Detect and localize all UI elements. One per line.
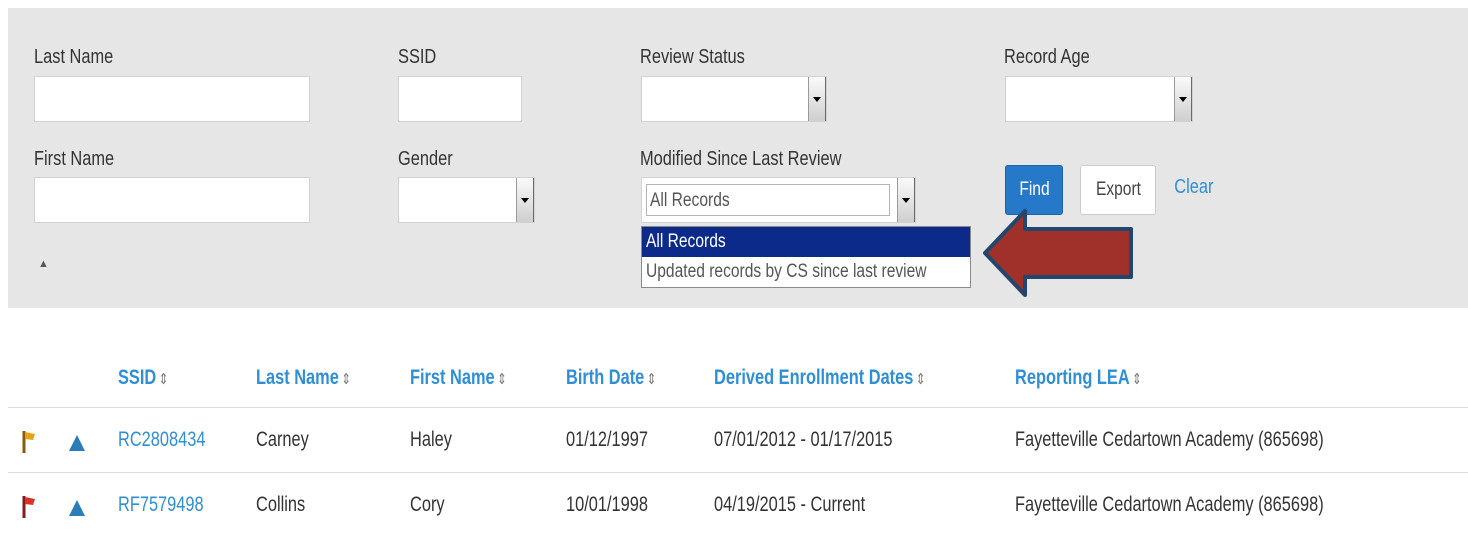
reporting-lea-cell: Fayetteville Cedartown Academy (865698) (1015, 493, 1324, 516)
column-last-name[interactable]: Last Name ⇕ (256, 366, 351, 390)
column-birth-date[interactable]: Birth Date ⇕ (566, 366, 656, 390)
table-header: SSID ⇕ Last Name ⇕ First Name ⇕ Birth Date ⇕… (0, 360, 1468, 400)
sort-icon: ⇕ (497, 371, 507, 388)
warning-triangle-icon[interactable] (68, 434, 86, 452)
table-row: RF7579498 Collins Cory 10/01/1998 04/19/… (0, 475, 1468, 533)
chevron-down-icon[interactable] (897, 178, 915, 222)
modified-since-select[interactable]: All Records (641, 177, 916, 223)
pointer-arrow-icon (983, 209, 1133, 297)
option-all-records[interactable]: All Records (642, 227, 970, 257)
warning-triangle-icon[interactable] (68, 499, 86, 517)
column-enrollment-dates[interactable]: Derived Enrollment Dates ⇕ (714, 366, 926, 390)
chevron-down-icon[interactable] (1174, 77, 1192, 121)
review-status-select[interactable] (641, 76, 827, 122)
ssid-input[interactable] (398, 76, 522, 122)
ssid-label: SSID (398, 46, 437, 68)
sort-icon: ⇕ (158, 371, 169, 388)
clear-link[interactable]: Clear (1170, 176, 1218, 199)
chevron-down-icon[interactable] (808, 77, 826, 121)
column-first-name[interactable]: First Name ⇕ (410, 366, 507, 390)
row-divider (8, 407, 1468, 408)
enrollment-dates-cell: 07/01/2012 - 01/17/2015 (714, 428, 893, 451)
modified-since-label: Modified Since Last Review (640, 148, 842, 170)
ssid-link[interactable]: RF7579498 (118, 493, 204, 517)
first-name-label: First Name (34, 148, 115, 170)
flag-icon[interactable] (20, 494, 40, 520)
record-age-label: Record Age (1004, 46, 1090, 68)
last-name-cell: Carney (256, 428, 309, 451)
record-age-select[interactable] (1005, 76, 1193, 122)
sort-icon: ⇕ (1132, 371, 1142, 388)
first-name-cell: Cory (410, 493, 445, 516)
birth-date-cell: 01/12/1997 (566, 428, 648, 451)
first-name-input[interactable] (34, 177, 310, 223)
review-status-label: Review Status (640, 46, 745, 68)
chevron-down-icon[interactable] (516, 178, 534, 222)
flag-icon[interactable] (20, 429, 40, 455)
last-name-input[interactable] (34, 76, 310, 122)
reporting-lea-cell: Fayetteville Cedartown Academy (865698) (1015, 428, 1324, 451)
last-name-label: Last Name (34, 46, 114, 68)
row-divider (8, 472, 1468, 473)
ssid-link[interactable]: RC2808434 (118, 428, 205, 452)
column-reporting-lea[interactable]: Reporting LEA ⇕ (1015, 366, 1142, 390)
enrollment-dates-cell: 04/19/2015 - Current (714, 493, 866, 516)
collapse-filters-icon[interactable]: ▲ (38, 258, 49, 270)
gender-select[interactable] (398, 177, 535, 223)
table-row: RC2808434 Carney Haley 01/12/1997 07/01/… (0, 410, 1468, 470)
birth-date-cell: 10/01/1998 (566, 493, 648, 516)
sort-icon: ⇕ (341, 371, 352, 388)
sort-icon: ⇕ (915, 371, 926, 388)
sort-icon: ⇕ (646, 371, 657, 388)
first-name-cell: Haley (410, 428, 452, 451)
modified-since-options: All Records Updated records by CS since … (641, 226, 971, 288)
gender-label: Gender (398, 148, 453, 170)
modified-since-value: All Records (650, 190, 730, 211)
last-name-cell: Collins (256, 493, 306, 516)
column-ssid[interactable]: SSID ⇕ (118, 366, 168, 390)
option-updated-records[interactable]: Updated records by CS since last review (642, 257, 970, 287)
